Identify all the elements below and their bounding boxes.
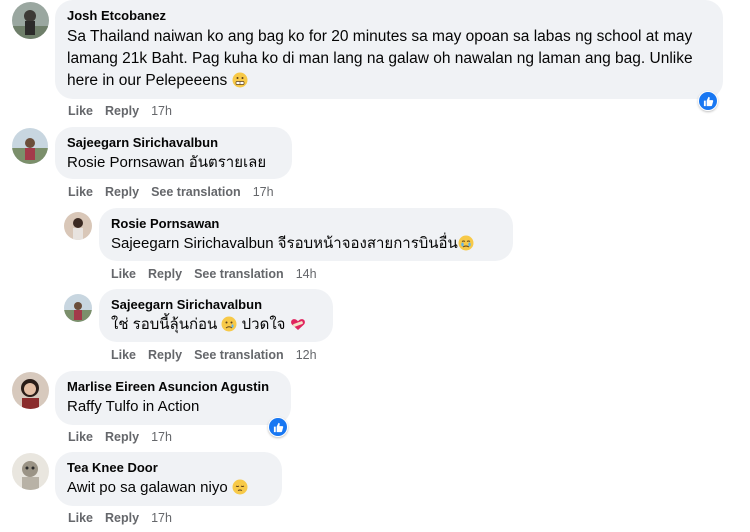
reply-link[interactable]: Reply (105, 185, 139, 199)
comment-author[interactable]: Sajeegarn Sirichavalbun (111, 297, 321, 313)
comment-text: Sajeegarn Sirichavalbun จีรอบหน้าจองสายก… (111, 234, 501, 257)
comment-author[interactable]: Tea Knee Door (67, 460, 270, 476)
comment-author[interactable]: Sajeegarn Sirichavalbun (67, 135, 280, 151)
timestamp[interactable]: 17h (151, 430, 172, 444)
like-reaction-badge[interactable] (698, 91, 718, 111)
timestamp[interactable]: 17h (151, 511, 172, 525)
comment-actions: Like Reply See translation 12h (111, 347, 329, 363)
comment-text: Awit po sa galawan niyo (67, 478, 270, 501)
reply-link[interactable]: Reply (105, 430, 139, 444)
see-translation-link[interactable]: See translation (151, 185, 241, 199)
comment-actions: Like Reply 17h (68, 103, 184, 119)
crying-emoji (458, 235, 474, 257)
comment-text: Rosie Pornsawan อันตรายเลย (67, 154, 267, 171)
sad-emoji (221, 316, 237, 338)
avatar[interactable] (12, 453, 49, 490)
comment-bubble: Sajeegarn Sirichavalbun ใช่ รอบนี้ลุ้นก่… (99, 289, 333, 342)
comment-bubble: Marlise Eireen Asuncion Agustin Raffy Tu… (55, 371, 291, 425)
comment-bubble: Rosie Pornsawan Sajeegarn Sirichavalbun … (99, 208, 513, 261)
comment-actions: Like Reply 17h (68, 429, 184, 445)
like-link[interactable]: Like (111, 348, 136, 362)
pensive-emoji (232, 479, 248, 501)
like-link[interactable]: Like (68, 185, 93, 199)
avatar[interactable] (64, 294, 92, 322)
like-reaction-badge[interactable] (268, 417, 288, 437)
comment-bubble: Josh Etcobanez Sa Thailand naiwan ko ang… (55, 0, 723, 99)
reply-link[interactable]: Reply (148, 348, 182, 362)
see-translation-link[interactable]: See translation (194, 267, 284, 281)
comment-actions: Like Reply 17h (68, 510, 184, 526)
comment-author[interactable]: Rosie Pornsawan (111, 216, 501, 232)
comment-actions: Like Reply See translation 14h (111, 266, 329, 282)
comment-actions: Like Reply See translation 17h (68, 184, 286, 200)
timestamp[interactable]: 12h (296, 348, 317, 362)
bandaged-heart-emoji (290, 316, 306, 338)
avatar[interactable] (12, 2, 49, 39)
comment-author[interactable]: Josh Etcobanez (67, 8, 711, 24)
avatar[interactable] (12, 128, 48, 164)
grimace-emoji (232, 72, 248, 95)
reply-link[interactable]: Reply (148, 267, 182, 281)
timestamp[interactable]: 14h (296, 267, 317, 281)
like-link[interactable]: Like (68, 104, 93, 118)
like-link[interactable]: Like (68, 430, 93, 444)
avatar[interactable] (12, 372, 49, 409)
reply-link[interactable]: Reply (105, 511, 139, 525)
timestamp[interactable]: 17h (253, 185, 274, 199)
comment-text: ใช่ รอบนี้ลุ้นก่อน ปวดใจ (111, 315, 321, 338)
see-translation-link[interactable]: See translation (194, 348, 284, 362)
like-link[interactable]: Like (68, 511, 93, 525)
reply-link[interactable]: Reply (105, 104, 139, 118)
timestamp[interactable]: 17h (151, 104, 172, 118)
comment-bubble: Sajeegarn Sirichavalbun Rosie Pornsawan … (55, 127, 292, 179)
comment-text: Sa Thailand naiwan ko ang bag ko for 20 … (67, 26, 711, 95)
comment-text: Raffy Tulfo in Action (67, 398, 200, 415)
comment-author[interactable]: Marlise Eireen Asuncion Agustin (67, 379, 279, 395)
avatar[interactable] (64, 212, 92, 240)
comment-bubble: Tea Knee Door Awit po sa galawan niyo (55, 452, 282, 506)
like-link[interactable]: Like (111, 267, 136, 281)
